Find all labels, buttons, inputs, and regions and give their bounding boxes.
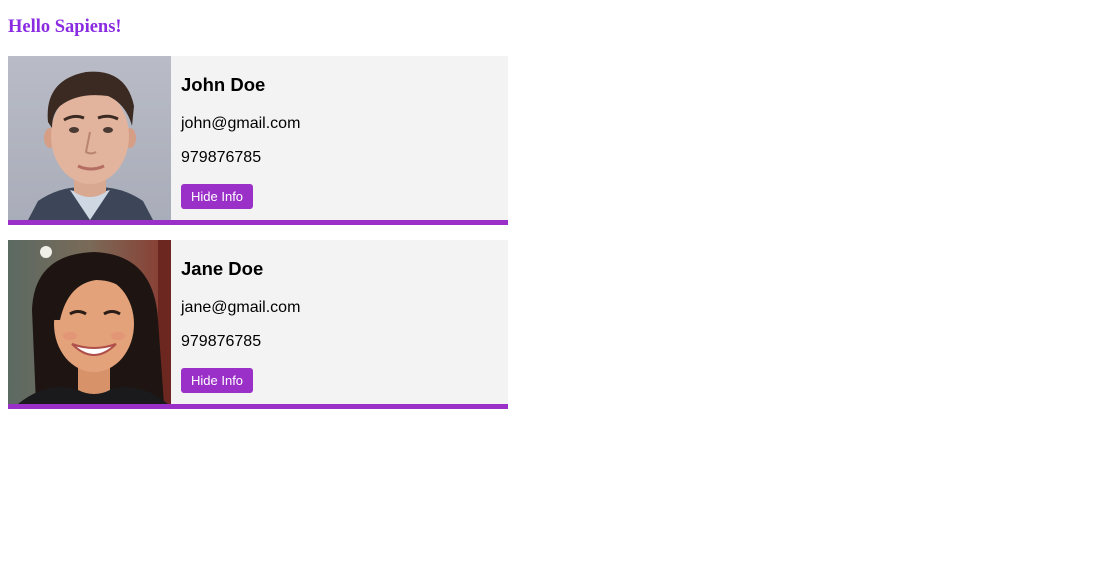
contact-card: Jane Doe jane@gmail.com 979876785 Hide I… [8,240,508,409]
page-heading: Hello Sapiens! [8,17,122,37]
contact-info: John Doe john@gmail.com 979876785 Hide I… [181,56,508,220]
contact-email: john@gmail.com [181,115,301,132]
contact-info: Jane Doe jane@gmail.com 979876785 Hide I… [181,240,508,404]
avatar [8,240,171,404]
hide-info-button[interactable]: Hide Info [181,184,254,209]
contact-email: jane@gmail.com [181,299,301,316]
contact-phone: 979876785 [181,333,262,350]
contact-name: John Doe [181,74,266,95]
contact-phone: 979876785 [181,149,262,166]
avatar [8,56,171,220]
hide-info-button[interactable]: Hide Info [181,368,254,393]
woman-portrait-icon [8,240,171,404]
contact-card: John Doe john@gmail.com 979876785 Hide I… [8,56,508,225]
man-portrait-icon [8,56,171,220]
contact-name: Jane Doe [181,258,264,279]
